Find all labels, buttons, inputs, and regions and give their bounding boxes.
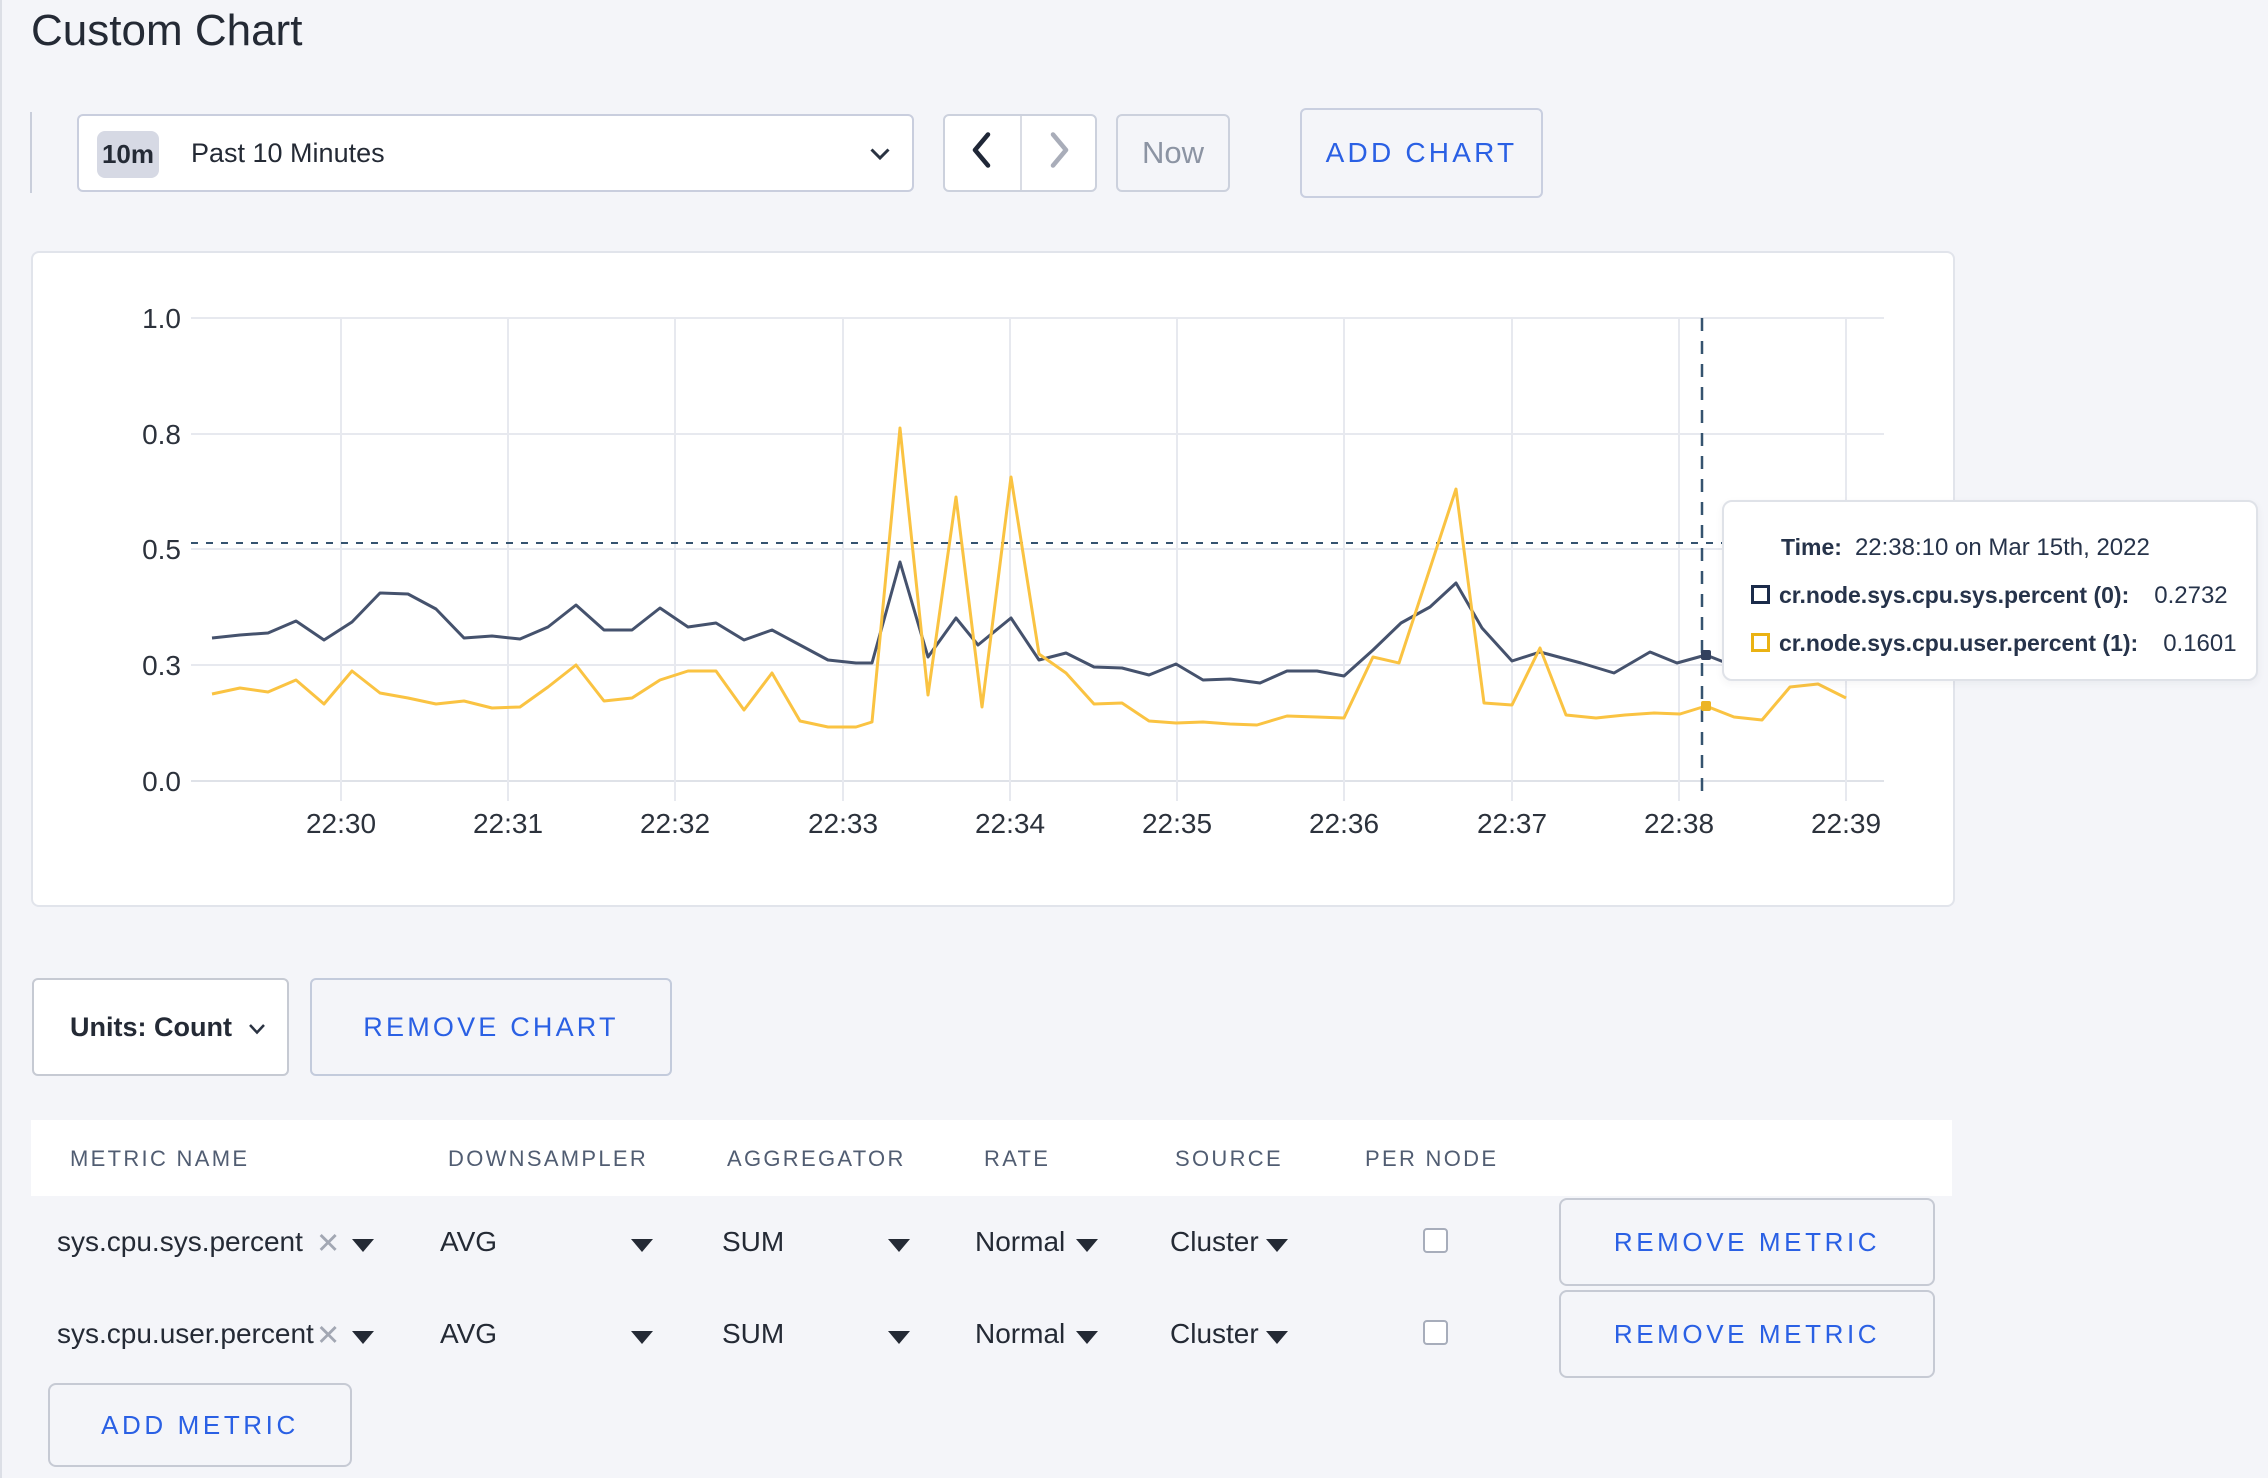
svg-text:22:38: 22:38 xyxy=(1644,808,1714,839)
svg-text:22:30: 22:30 xyxy=(306,808,376,839)
svg-text:22:36: 22:36 xyxy=(1309,808,1379,839)
svg-text:22:35: 22:35 xyxy=(1142,808,1212,839)
svg-text:1.0: 1.0 xyxy=(142,303,181,334)
svg-text:0.0: 0.0 xyxy=(142,766,181,797)
svg-text:0.3: 0.3 xyxy=(142,650,181,681)
svg-text:22:31: 22:31 xyxy=(473,808,543,839)
svg-text:22:34: 22:34 xyxy=(975,808,1045,839)
svg-text:22:39: 22:39 xyxy=(1811,808,1881,839)
svg-text:22:37: 22:37 xyxy=(1477,808,1547,839)
svg-text:22:32: 22:32 xyxy=(640,808,710,839)
svg-text:22:33: 22:33 xyxy=(808,808,878,839)
svg-text:0.8: 0.8 xyxy=(142,419,181,450)
svg-text:0.5: 0.5 xyxy=(142,534,181,565)
